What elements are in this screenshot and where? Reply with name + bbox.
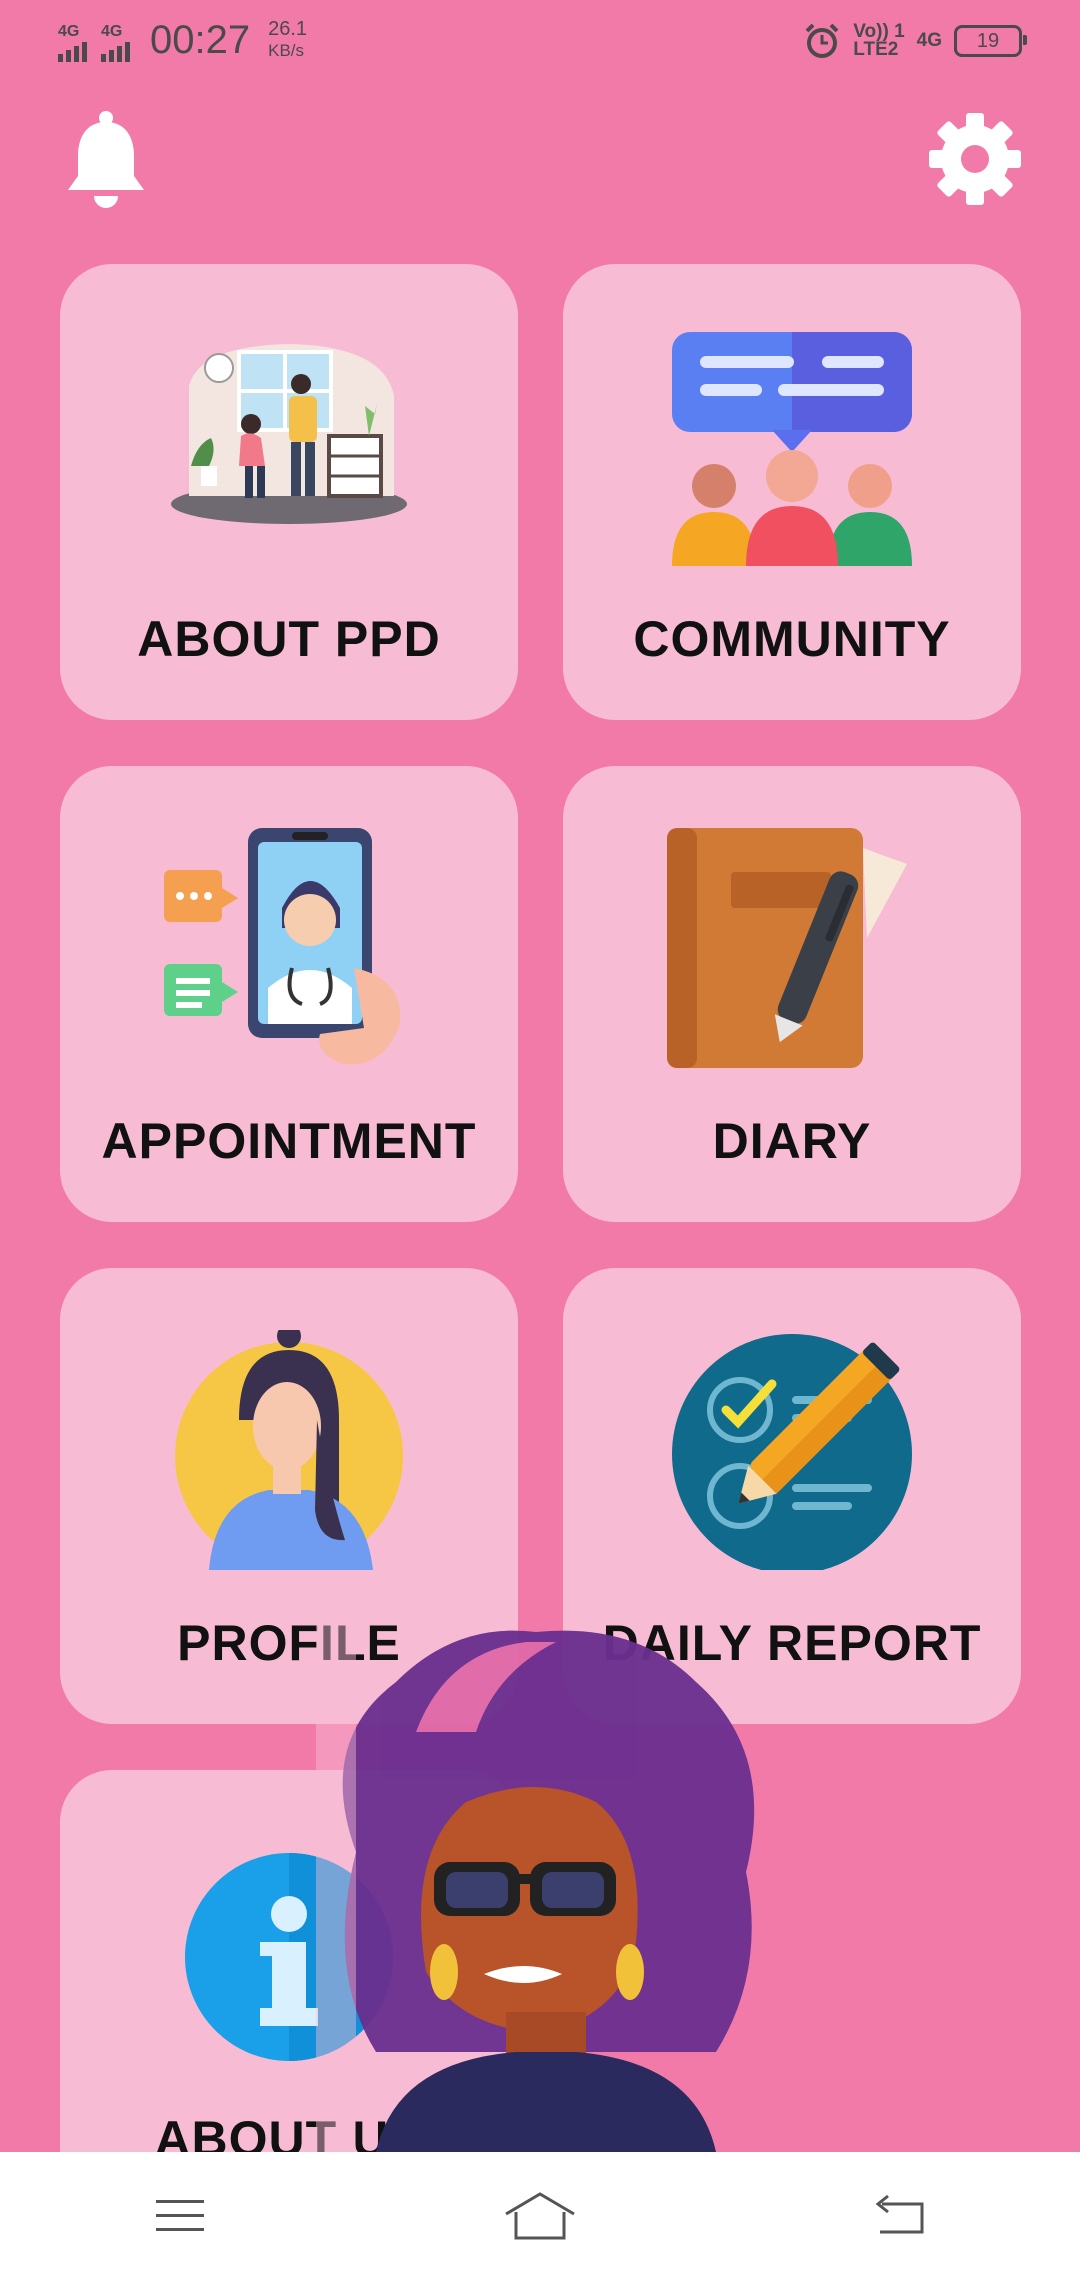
community-chat-icon — [672, 332, 912, 566]
back-icon — [875, 2194, 924, 2234]
lte-label: LTE2 — [853, 39, 899, 60]
nav-home-button[interactable] — [480, 2176, 600, 2256]
card-diary[interactable]: DIARY — [563, 766, 1021, 1222]
battery-icon: 19 — [954, 25, 1027, 57]
checklist-pencil-icon — [672, 1334, 912, 1570]
system-nav-bar — [0, 2152, 1080, 2280]
speed-unit: KB/s — [268, 41, 305, 60]
volte-indicator: Vo)) 1 LTE2 — [853, 22, 904, 60]
card-label: DIARY — [712, 1113, 872, 1169]
woman-avatar-icon — [175, 1330, 403, 1570]
alarm-icon — [805, 23, 839, 58]
home-icon — [505, 2192, 575, 2240]
sim1-label: 4G — [58, 23, 80, 40]
battery-level: 19 — [976, 29, 1000, 52]
card-label: COMMUNITY — [633, 611, 951, 667]
network-speed: 26.1 KB/s — [268, 18, 307, 62]
family-illustration-icon — [171, 344, 407, 524]
menu-icon — [156, 2200, 204, 2231]
card-community[interactable]: COMMUNITY — [563, 264, 1021, 720]
status-left: 4G 4G 00:27 26.1 KB/s — [58, 18, 307, 62]
card-appointment[interactable]: APPOINTMENT — [60, 766, 518, 1222]
sim2-label: 4G — [101, 23, 123, 40]
speed-value: 26.1 — [268, 18, 308, 40]
signal-bars-icon — [101, 40, 130, 62]
clock: 00:27 — [150, 18, 251, 62]
card-about-ppd[interactable]: ABOUT PPD — [60, 264, 518, 720]
card-label: APPOINTMENT — [101, 1113, 477, 1169]
status-right: Vo)) 1 LTE2 4G 19 — [803, 22, 1027, 60]
nav-menu-button[interactable] — [120, 2176, 240, 2256]
diary-pen-icon — [667, 828, 907, 1068]
signal-sim1: 4G — [58, 24, 87, 62]
signal-bars-icon — [58, 40, 87, 62]
doctor-phone-icon — [164, 828, 401, 1065]
woman-sunglasses-illustration — [316, 1612, 755, 2152]
card-label: ABOUT PPD — [137, 611, 441, 667]
nav-back-button[interactable] — [840, 2176, 960, 2256]
status-bar: 4G 4G 00:27 26.1 KB/s Vo)) 1 LTE2 4G 19 — [0, 0, 1080, 84]
signal-sim2: 4G — [101, 24, 130, 62]
bell-icon[interactable] — [62, 110, 150, 210]
network-type: 4G — [916, 30, 942, 51]
gear-icon[interactable] — [928, 112, 1022, 206]
